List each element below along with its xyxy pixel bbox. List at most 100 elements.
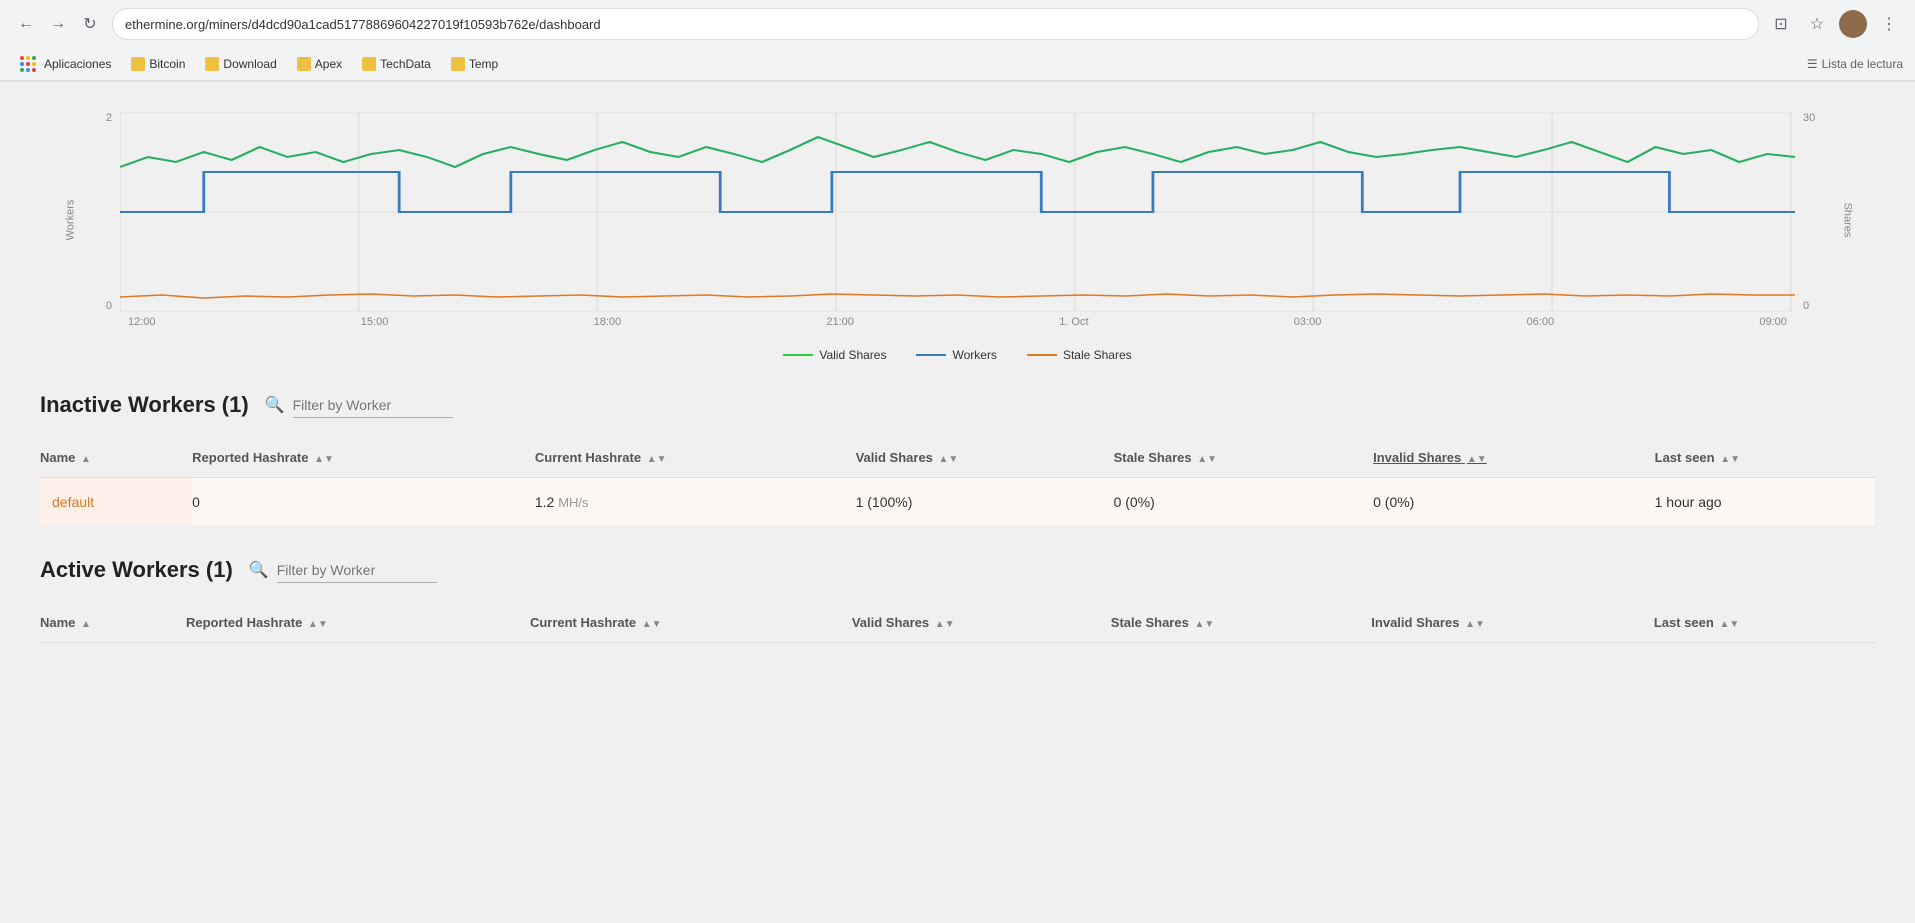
inactive-workers-title: Inactive Workers (1)	[40, 392, 249, 418]
legend-valid-label: Valid Shares	[819, 348, 886, 362]
bookmark-bitcoin[interactable]: Bitcoin	[123, 53, 193, 75]
x-label-0900: 09:00	[1759, 316, 1787, 328]
reading-list-icon: ☰	[1807, 57, 1818, 71]
x-label-1800: 18:00	[594, 316, 622, 328]
active-filter-input[interactable]	[277, 558, 437, 583]
col-last-seen-inactive[interactable]: Last seen ▲▼	[1655, 438, 1875, 478]
col-reported-hashrate-inactive[interactable]: Reported Hashrate ▲▼	[192, 438, 535, 478]
bookmark-star-icon[interactable]: ☆	[1803, 10, 1831, 38]
bookmark-download[interactable]: Download	[197, 53, 284, 75]
col-current-hashrate-active[interactable]: Current Hashrate ▲▼	[530, 603, 852, 643]
inactive-workers-table: Name ▲ Reported Hashrate ▲▼ Current Hash…	[40, 438, 1875, 527]
folder-icon-techdata	[362, 57, 376, 71]
browser-actions: ⊡ ☆ ⋮	[1767, 10, 1903, 38]
worker-name-link[interactable]: default	[52, 494, 94, 510]
active-workers-section: Active Workers (1) 🔍 Name ▲ Reported Has…	[40, 557, 1875, 643]
bookmark-temp[interactable]: Temp	[443, 53, 506, 75]
col-name-active[interactable]: Name ▲	[40, 603, 186, 643]
folder-icon-bitcoin	[131, 57, 145, 71]
legend-stale-label: Stale Shares	[1063, 348, 1132, 362]
bookmark-apex[interactable]: Apex	[289, 53, 350, 75]
stale-shares-cell: 0 (0%)	[1114, 478, 1374, 527]
reading-list[interactable]: ☰ Lista de lectura	[1807, 57, 1903, 71]
active-table-header-row: Name ▲ Reported Hashrate ▲▼ Current Hash…	[40, 603, 1875, 643]
inactive-table-header-row: Name ▲ Reported Hashrate ▲▼ Current Hash…	[40, 438, 1875, 478]
col-invalid-shares-active[interactable]: Invalid Shares ▲▼	[1371, 603, 1654, 643]
apps-grid-icon	[20, 56, 36, 72]
chart-svg	[120, 112, 1795, 312]
col-invalid-shares-inactive[interactable]: Invalid Shares ▲▼	[1373, 438, 1655, 478]
valid-shares-cell: 1 (100%)	[856, 478, 1114, 527]
folder-icon-apex	[297, 57, 311, 71]
reading-list-label: Lista de lectura	[1822, 57, 1903, 71]
legend-line-green	[783, 354, 813, 356]
user-avatar[interactable]	[1839, 10, 1867, 38]
col-valid-shares-inactive[interactable]: Valid Shares ▲▼	[856, 438, 1114, 478]
nav-buttons: ← → ↻	[12, 10, 104, 38]
legend-line-orange	[1027, 354, 1057, 356]
inactive-workers-section: Inactive Workers (1) 🔍 Name ▲ Reported H…	[40, 392, 1875, 527]
bookmark-apex-label: Apex	[315, 57, 342, 71]
col-stale-shares-active[interactable]: Stale Shares ▲▼	[1111, 603, 1372, 643]
y-axis-right-values: 30 0	[1795, 112, 1825, 312]
inactive-filter-input[interactable]	[293, 393, 453, 418]
active-workers-header: Active Workers (1) 🔍	[40, 557, 1875, 583]
reload-button[interactable]: ↻	[76, 10, 104, 38]
legend-line-blue	[916, 354, 946, 356]
browser-toolbar: ← → ↻ ⊡ ☆ ⋮	[0, 0, 1915, 48]
folder-icon-download	[205, 57, 219, 71]
active-workers-table: Name ▲ Reported Hashrate ▲▼ Current Hash…	[40, 603, 1875, 643]
x-label-2100: 21:00	[826, 316, 854, 328]
col-current-hashrate-inactive[interactable]: Current Hashrate ▲▼	[535, 438, 856, 478]
y-axis-left-label: Workers	[64, 200, 76, 241]
worker-name-cell: default	[40, 478, 192, 527]
bookmark-apps-label: Aplicaciones	[44, 57, 111, 71]
chart-legend: Valid Shares Workers Stale Shares	[40, 348, 1875, 362]
x-axis-labels: 12:00 15:00 18:00 21:00 1. Oct 03:00 06:…	[90, 312, 1787, 328]
bookmark-bitcoin-label: Bitcoin	[149, 57, 185, 71]
browser-chrome: ← → ↻ ⊡ ☆ ⋮ Aplicaciones	[0, 0, 1915, 82]
bookmark-temp-label: Temp	[469, 57, 498, 71]
last-seen-cell: 1 hour ago	[1655, 478, 1875, 527]
bookmark-techdata-label: TechData	[380, 57, 431, 71]
forward-button[interactable]: →	[44, 10, 72, 38]
x-label-0300: 03:00	[1294, 316, 1322, 328]
menu-icon[interactable]: ⋮	[1875, 10, 1903, 38]
x-label-1500: 15:00	[361, 316, 389, 328]
bookmark-techdata[interactable]: TechData	[354, 53, 439, 75]
active-filter-search-icon: 🔍	[249, 560, 269, 580]
legend-workers-label: Workers	[952, 348, 996, 362]
legend-stale-shares: Stale Shares	[1027, 348, 1132, 362]
col-stale-shares-inactive[interactable]: Stale Shares ▲▼	[1114, 438, 1374, 478]
bookmarks-bar: Aplicaciones Bitcoin Download Apex TechD…	[0, 48, 1915, 81]
inactive-workers-tbody: default 0 1.2 MH/s 1 (100%) 0 (0%) 0 (0%…	[40, 478, 1875, 527]
current-hashrate-cell: 1.2 MH/s	[535, 478, 856, 527]
legend-valid-shares: Valid Shares	[783, 348, 886, 362]
y-axis-right-label: Shares	[1842, 203, 1854, 238]
page-content: Workers Shares 2 0	[0, 82, 1915, 923]
x-label-oct: 1. Oct	[1059, 316, 1088, 328]
x-label-0600: 06:00	[1527, 316, 1555, 328]
invalid-shares-cell: 0 (0%)	[1373, 478, 1655, 527]
folder-icon-temp	[451, 57, 465, 71]
reported-hashrate-cell: 0	[192, 478, 535, 527]
bookmark-apps[interactable]: Aplicaciones	[12, 52, 119, 76]
back-button[interactable]: ←	[12, 10, 40, 38]
active-workers-title: Active Workers (1)	[40, 557, 233, 583]
bookmark-download-label: Download	[223, 57, 276, 71]
table-row: default 0 1.2 MH/s 1 (100%) 0 (0%) 0 (0%…	[40, 478, 1875, 527]
col-reported-hashrate-active[interactable]: Reported Hashrate ▲▼	[186, 603, 530, 643]
cast-icon[interactable]: ⊡	[1767, 10, 1795, 38]
col-name-inactive[interactable]: Name ▲	[40, 438, 192, 478]
y-axis-left-values: 2 0	[90, 112, 120, 312]
col-valid-shares-active[interactable]: Valid Shares ▲▼	[852, 603, 1111, 643]
inactive-workers-header: Inactive Workers (1) 🔍	[40, 392, 1875, 418]
x-label-1200: 12:00	[128, 316, 156, 328]
address-bar[interactable]	[112, 8, 1759, 40]
active-workers-filter: 🔍	[249, 558, 437, 583]
chart-container: Workers Shares 2 0	[40, 102, 1875, 362]
inactive-workers-filter: 🔍	[265, 393, 453, 418]
filter-search-icon: 🔍	[265, 395, 285, 415]
legend-workers: Workers	[916, 348, 996, 362]
col-last-seen-active[interactable]: Last seen ▲▼	[1654, 603, 1875, 643]
